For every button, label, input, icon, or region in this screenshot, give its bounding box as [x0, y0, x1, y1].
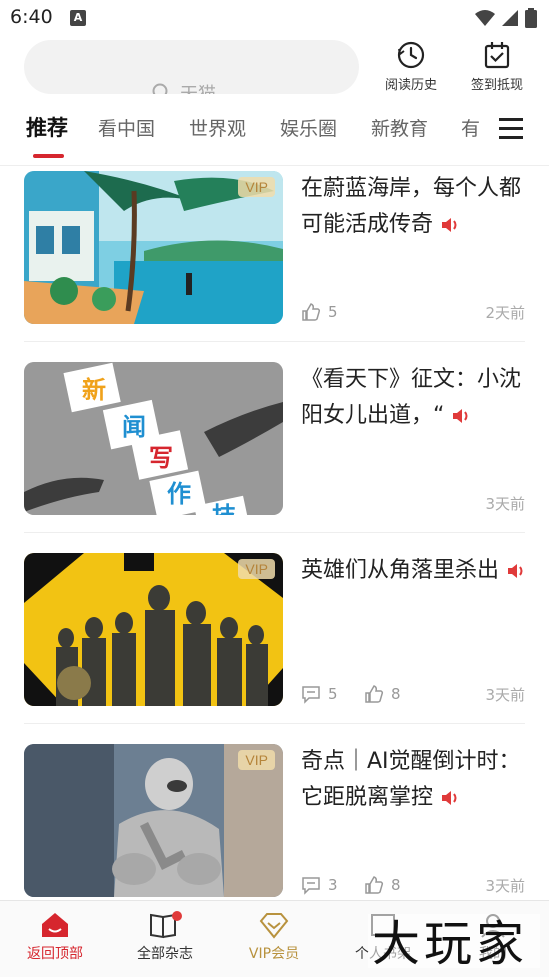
comment-icon	[302, 686, 320, 704]
tab-china[interactable]: 看中国	[98, 114, 155, 141]
tab-recommend[interactable]: 推荐	[26, 114, 68, 142]
publish-time: 2天前	[485, 304, 525, 322]
audio-speaker-icon[interactable]	[440, 216, 460, 234]
vip-badge: VIP	[238, 559, 275, 579]
thumbs-up-icon	[302, 303, 321, 321]
article-card[interactable]: VIP 英雄们从角落里杀出 5 8 3天前	[24, 553, 525, 724]
audio-speaker-icon[interactable]	[451, 407, 471, 425]
thumb-word: 新	[82, 376, 106, 404]
article-title[interactable]: 《看天下》征文：小沈阳女儿出道，“	[301, 362, 527, 434]
nav-vip-member[interactable]: VIP会员	[229, 911, 319, 963]
reading-history-label: 阅读历史	[384, 78, 437, 93]
article-title[interactable]: 奇点｜AI觉醒倒计时：它距脱离掌控	[301, 744, 527, 816]
search-input[interactable]: 天猫	[24, 40, 359, 94]
tab-more-partial[interactable]: 有	[461, 114, 480, 141]
article-card[interactable]: VIP 在蔚蓝海岸，每个人都可能活成传奇 5 2天前	[24, 171, 525, 342]
status-time: 6:40	[10, 6, 53, 28]
like-count[interactable]: 8	[364, 875, 401, 895]
search-icon	[152, 83, 168, 94]
menu-icon[interactable]	[499, 116, 525, 140]
audio-speaker-icon[interactable]	[506, 562, 526, 580]
audio-speaker-icon[interactable]	[440, 789, 460, 807]
diamond-icon	[259, 913, 289, 939]
book-icon	[150, 911, 182, 939]
wifi-icon	[475, 10, 495, 26]
thumbs-up-icon	[365, 685, 384, 703]
publish-time: 3天前	[485, 686, 525, 704]
comment-count[interactable]: 5	[301, 684, 338, 704]
news-writing-illustration: 新 闻 写 作 技	[24, 362, 283, 515]
nav-back-to-top[interactable]: 返回顶部	[10, 911, 100, 963]
category-tabs: 推荐 看中国 世界观 娱乐圈 新教育 有	[0, 104, 549, 166]
watermark-logo: 大玩家	[368, 914, 540, 972]
thumbs-up-icon	[365, 876, 384, 894]
calendar-check-icon	[484, 42, 510, 69]
article-thumbnail[interactable]: 新 闻 写 作 技	[24, 362, 283, 515]
vip-badge: VIP	[238, 750, 275, 770]
search-placeholder: 天猫	[180, 80, 216, 94]
like-count[interactable]: 8	[364, 684, 401, 704]
article-thumbnail[interactable]: VIP	[24, 171, 283, 324]
checkin-button[interactable]: 签到抵现	[462, 40, 532, 93]
article-thumbnail[interactable]: VIP	[24, 553, 283, 706]
signal-icon	[502, 10, 518, 26]
article-meta: 3 8 3天前	[301, 875, 525, 897]
top-header: 天猫 阅读历史 签到抵现	[0, 36, 549, 100]
article-thumbnail[interactable]: VIP	[24, 744, 283, 897]
comment-count[interactable]: 3	[301, 875, 338, 895]
article-card[interactable]: 新 闻 写 作 技 《看天下》征文：小沈阳女儿出道，“ 3天前	[24, 362, 525, 533]
thumb-word: 闻	[122, 413, 146, 441]
article-title[interactable]: 英雄们从角落里杀出	[301, 553, 527, 589]
publish-time: 3天前	[485, 495, 525, 513]
comment-icon	[302, 877, 320, 895]
tab-worldview[interactable]: 世界观	[189, 114, 246, 141]
battery-icon	[525, 8, 537, 28]
status-bar: 6:40 A	[0, 0, 549, 36]
vip-badge: VIP	[238, 177, 275, 197]
nav-all-magazines[interactable]: 全部杂志	[120, 911, 210, 963]
article-title[interactable]: 在蔚蓝海岸，每个人都可能活成传奇	[301, 171, 527, 243]
checkin-label: 签到抵现	[470, 78, 523, 93]
active-tab-indicator	[33, 154, 64, 158]
thumb-word: 写	[149, 444, 173, 472]
reading-history-button[interactable]: 阅读历史	[376, 40, 446, 93]
thumb-word: 作	[167, 480, 191, 508]
tab-education[interactable]: 新教育	[371, 114, 428, 141]
tab-entertainment[interactable]: 娱乐圈	[280, 114, 337, 141]
clock-icon	[397, 41, 425, 69]
notification-icon: A	[70, 10, 86, 26]
home-icon	[42, 913, 68, 937]
thumb-word: 技	[212, 502, 237, 515]
article-meta: 3天前	[301, 493, 525, 515]
article-card[interactable]: VIP 奇点｜AI觉醒倒计时：它距脱离掌控 3 8 3天前	[24, 744, 525, 915]
publish-time: 3天前	[485, 877, 525, 895]
article-meta: 5 8 3天前	[301, 684, 525, 706]
like-count[interactable]: 5	[301, 302, 338, 322]
article-meta: 5 2天前	[301, 302, 525, 324]
svg-text:大玩家: 大玩家	[372, 916, 528, 972]
